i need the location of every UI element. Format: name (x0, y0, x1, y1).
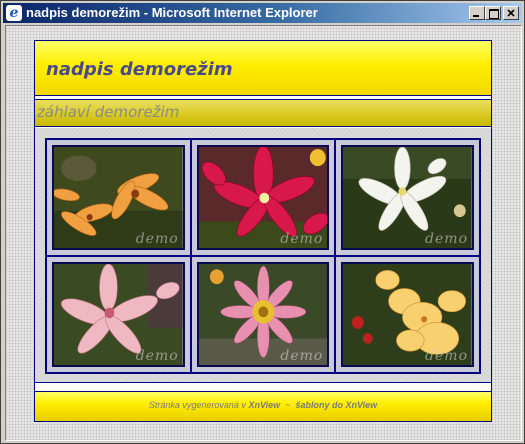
maximize-icon (489, 9, 499, 19)
footer-spacer (35, 383, 491, 392)
gallery-cell: demo (335, 256, 480, 373)
demo-watermark: demo (425, 348, 468, 364)
close-button[interactable] (503, 6, 519, 20)
demo-watermark: demo (280, 348, 324, 364)
page-viewport: nadpis demorežim záhlaví demorežim demo … (5, 25, 522, 441)
page-header: nadpis demorežim (35, 41, 491, 96)
close-icon (507, 9, 515, 17)
header-subtitle: záhlaví demorežim (37, 103, 180, 121)
title-bar[interactable]: e nadpis demorežim - Microsoft Internet … (3, 3, 522, 23)
thumbnail-gallery: demo demo demo demo demo demo (45, 138, 481, 374)
demo-watermark: demo (280, 231, 324, 247)
minimize-icon (473, 15, 479, 17)
gallery-cell: demo (190, 256, 336, 373)
xnview-link[interactable]: XnView (248, 400, 280, 410)
internet-explorer-icon: e (6, 5, 22, 21)
footer-separator: ~ (285, 400, 291, 410)
thumbnail-yellow-gladiolus[interactable]: demo (341, 262, 474, 367)
thumbnail-pink-lily[interactable]: demo (52, 262, 185, 367)
gallery-cell: demo (46, 256, 191, 373)
minimize-button[interactable] (469, 6, 485, 20)
maximize-button[interactable] (485, 6, 501, 20)
page-footer: Stránka vygenerovaná v XnView ~ šablony … (35, 392, 491, 421)
gallery-area: demo demo demo demo demo demo (35, 128, 491, 383)
footer-text: Stránka vygenerovaná v XnView ~ šablony … (149, 400, 377, 410)
templates-link[interactable]: šablony do XnView (295, 400, 377, 410)
browser-window: e nadpis demorežim - Microsoft Internet … (0, 0, 525, 444)
gallery-cell: demo (190, 139, 336, 256)
demo-watermark: demo (135, 231, 179, 247)
page-subheader: záhlaví demorežim (35, 99, 491, 127)
thumbnail-red-lily[interactable]: demo (196, 145, 330, 250)
thumbnail-pink-gazania[interactable]: demo (196, 262, 330, 367)
thumbnail-orange-lily[interactable]: demo (52, 145, 185, 250)
page-title: nadpis demorežim (46, 59, 233, 80)
thumbnail-white-lily[interactable]: demo (341, 145, 474, 250)
page-container: nadpis demorežim záhlaví demorežim demo … (34, 40, 492, 422)
footer-prefix: Stránka vygenerovaná v (148, 400, 246, 410)
gallery-cell: demo (46, 139, 191, 256)
demo-watermark: demo (135, 348, 179, 364)
demo-watermark: demo (425, 231, 468, 247)
window-title: nadpis demorežim - Microsoft Internet Ex… (26, 5, 318, 20)
gallery-cell: demo (335, 139, 480, 256)
